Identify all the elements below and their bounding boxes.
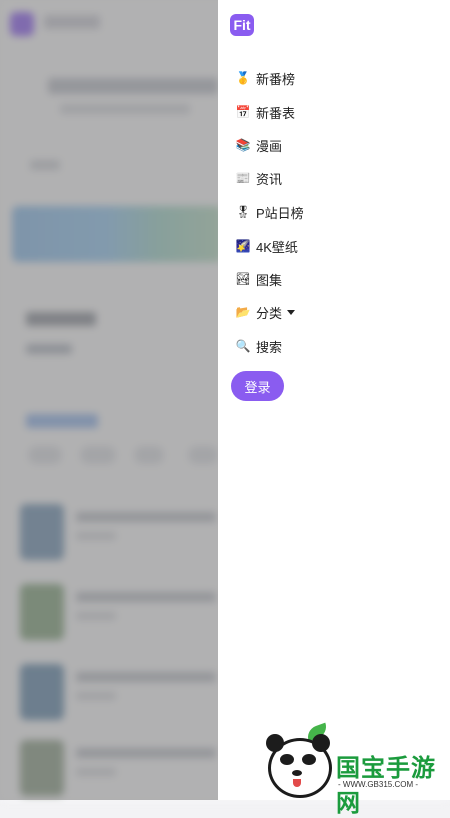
nav-search[interactable]: 🔍 搜索: [235, 335, 283, 357]
panda-ear-icon: [266, 734, 284, 752]
folder-icon: 📂: [235, 305, 251, 319]
military-medal-icon: 🎖: [235, 205, 251, 219]
search-icon: 🔍: [235, 339, 251, 353]
nav-item-label: 新番榜: [256, 71, 296, 87]
gold-medal-icon: 🥇: [235, 71, 251, 85]
panda-ear-icon: [312, 734, 330, 752]
nav-item-label: 图集: [256, 272, 283, 288]
nav-pixiv-daily[interactable]: 🎖 P站日榜: [235, 201, 304, 223]
nav-news[interactable]: 📰 资讯: [235, 167, 283, 189]
app-logo[interactable]: Fit: [230, 14, 254, 36]
nav-gallery[interactable]: 🏞 图集: [235, 268, 282, 290]
caret-down-icon: [287, 309, 296, 315]
nav-categories[interactable]: 📂 分类: [235, 301, 296, 323]
nav-item-label: 分类: [256, 305, 283, 321]
nav-new-anime-ranking[interactable]: 🥇 新番榜: [235, 67, 296, 89]
watermark-url: - WWW.GB315.COM -: [338, 780, 418, 789]
nav-item-label: 漫画: [256, 138, 283, 154]
watermark: 国宝手游网 - WWW.GB315.COM -: [250, 722, 450, 817]
books-icon: 📚: [235, 138, 251, 152]
nav-item-label: 新番表: [256, 105, 296, 121]
panda-eye-icon: [302, 754, 316, 765]
panda-tongue-icon: [293, 779, 301, 787]
calendar-icon: 📅: [235, 105, 251, 119]
nav-item-label: 资讯: [256, 171, 283, 187]
nav-4k-wallpaper[interactable]: 🌠 4K壁纸: [235, 235, 298, 257]
login-button[interactable]: 登录: [231, 371, 284, 401]
side-drawer: Fit 🥇 新番榜 📅 新番表 📚 漫画 📰 资讯 🎖 P站日榜 🌠 4K壁纸 🏞 图集 📂 分类 🔍 搜索 登录: [218, 0, 450, 800]
landscape-icon: 🏞: [235, 272, 251, 286]
shooting-star-icon: 🌠: [235, 239, 251, 253]
panda-nose-icon: [292, 770, 302, 776]
nav-item-label: P站日榜: [256, 205, 304, 221]
nav-comics[interactable]: 📚 漫画: [235, 134, 283, 156]
nav-item-label: 4K壁纸: [256, 239, 298, 255]
nav-item-label: 搜索: [256, 339, 283, 355]
nav-new-anime-schedule[interactable]: 📅 新番表: [235, 101, 296, 123]
newspaper-icon: 📰: [235, 171, 251, 185]
panda-eye-icon: [280, 754, 294, 765]
